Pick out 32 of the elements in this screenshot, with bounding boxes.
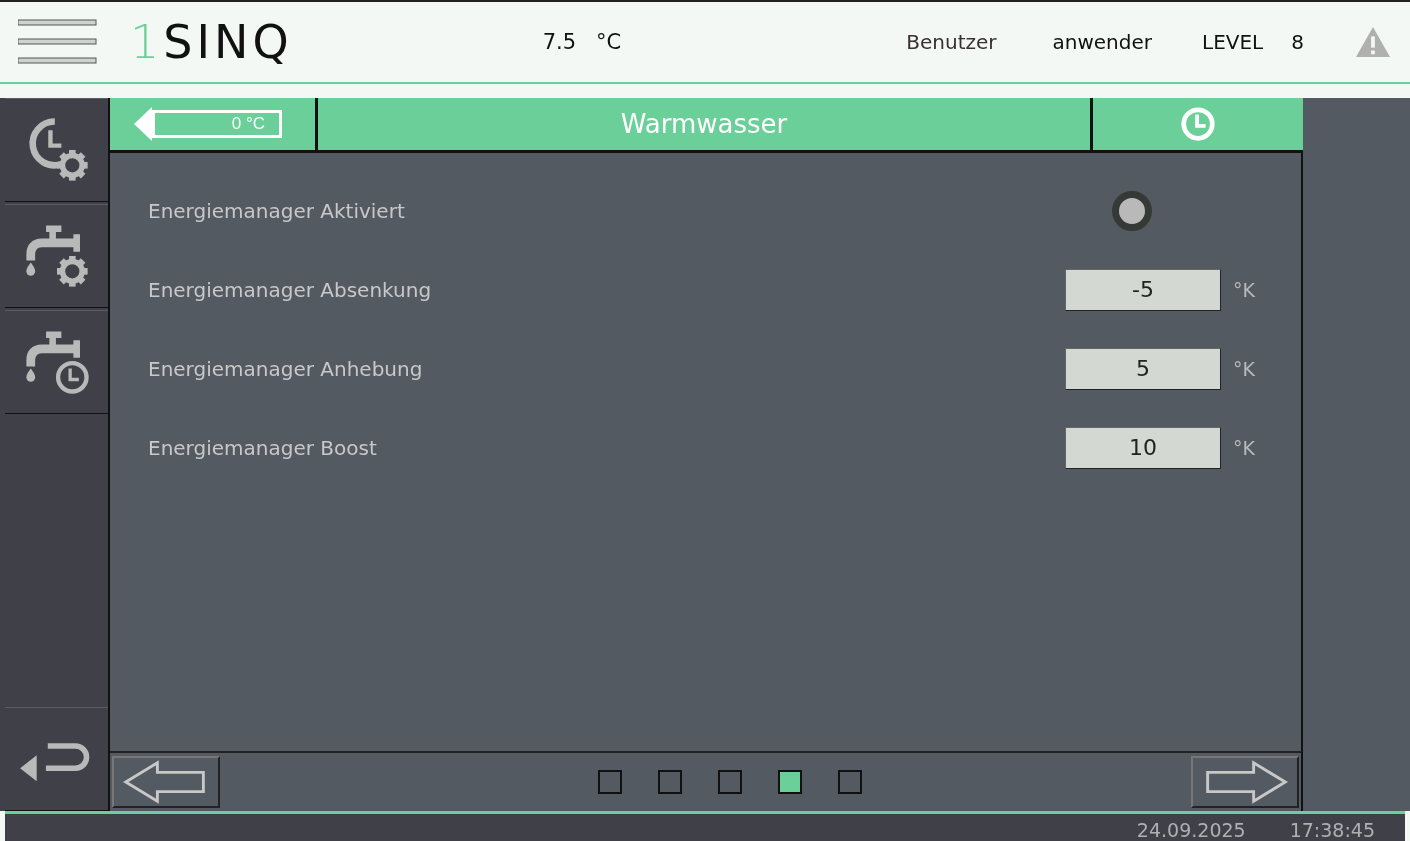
sidebar-button[interactable]	[5, 204, 108, 308]
clock-icon	[1179, 105, 1217, 143]
toggle-indicator[interactable]	[1112, 190, 1152, 231]
temperature-unit: °C	[596, 30, 622, 54]
time: 17:38:45	[1289, 819, 1375, 841]
sidebar-button[interactable]	[5, 98, 108, 202]
date: 24.09.2025	[1136, 819, 1246, 841]
setting-label: Energiemanager Anhebung	[148, 356, 424, 381]
value-field[interactable]: -5	[1065, 268, 1221, 311]
panel-title: Warmwasser	[318, 98, 1093, 150]
next-button[interactable]	[1191, 756, 1299, 808]
setting-label: Energiemanager Aktiviert	[148, 198, 406, 223]
outdoor-temperature: 7.5	[542, 30, 577, 54]
user-name: anwender	[1052, 30, 1152, 54]
unit-label: °K	[1233, 357, 1255, 380]
unit-label: °K	[1233, 436, 1255, 459]
left-triangle-icon	[134, 107, 152, 141]
menu-icon[interactable]	[18, 18, 98, 66]
logo: 1 SINQ	[130, 15, 293, 69]
user-label: Benutzer	[906, 30, 997, 54]
value-field[interactable]: 10	[1065, 426, 1221, 469]
page-indicator[interactable]	[778, 770, 802, 794]
value-field[interactable]: 5	[1065, 347, 1221, 390]
back-button[interactable]	[5, 707, 108, 811]
sidebar-button[interactable]	[5, 310, 108, 414]
setting-label: Energiemanager Absenkung	[148, 277, 433, 302]
setpoint-value: 0 °C	[152, 110, 282, 138]
unit-label: °K	[1233, 278, 1255, 301]
previous-button[interactable]	[112, 756, 220, 808]
level-label: LEVEL	[1202, 30, 1264, 54]
level-value: 8	[1291, 30, 1304, 54]
setting-label: Energiemanager Boost	[148, 435, 378, 460]
